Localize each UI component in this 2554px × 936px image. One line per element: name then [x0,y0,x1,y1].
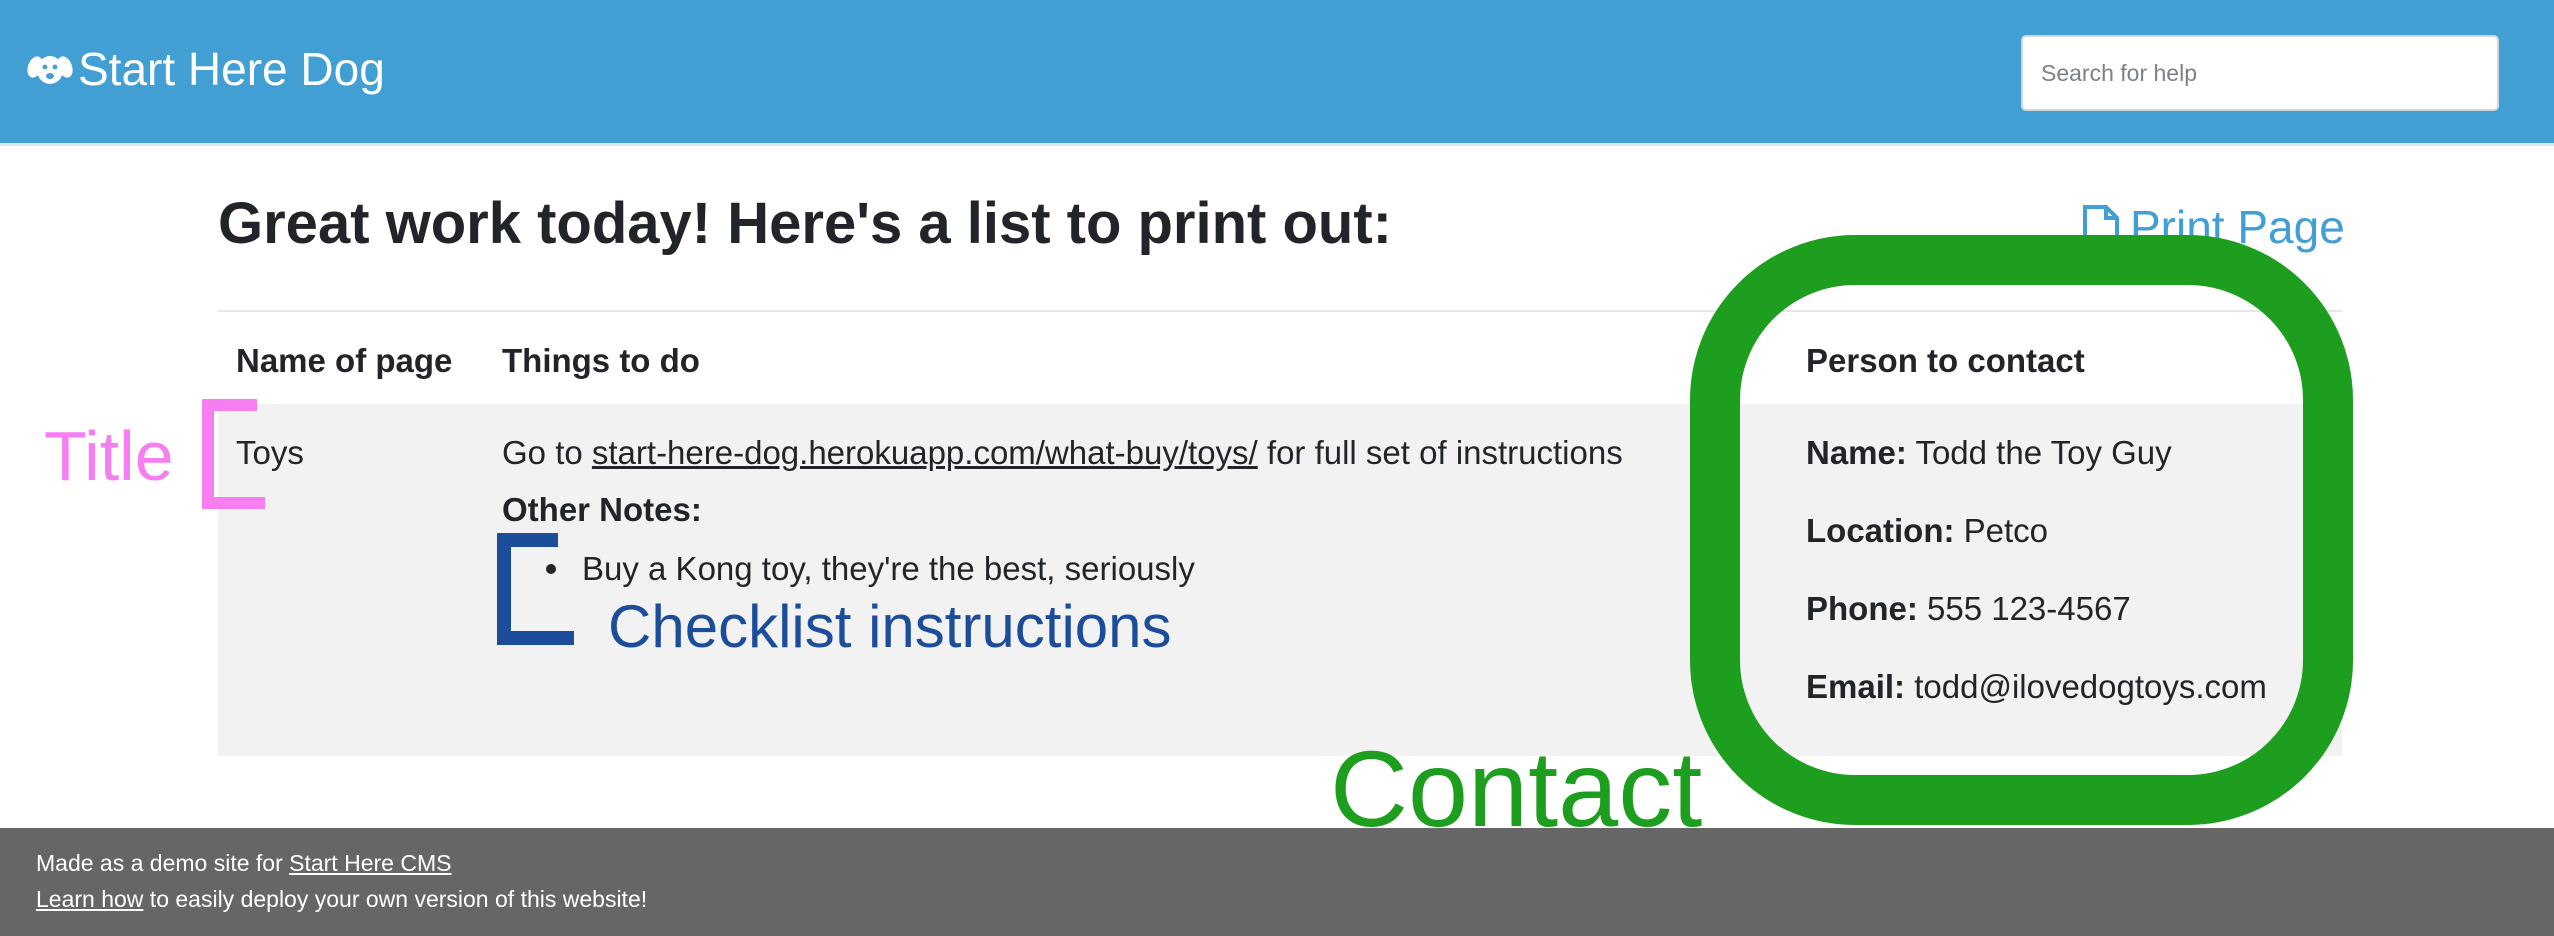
title-annotation: Title [44,417,174,495]
contact-highlight-ring [1690,235,2353,825]
title-bracket [202,399,265,509]
annotation-layer [202,235,2353,825]
checklist-bracket [497,533,574,645]
contact-annotation: Contact [1330,728,1703,849]
checklist-annotation: Checklist instructions [608,593,1172,660]
